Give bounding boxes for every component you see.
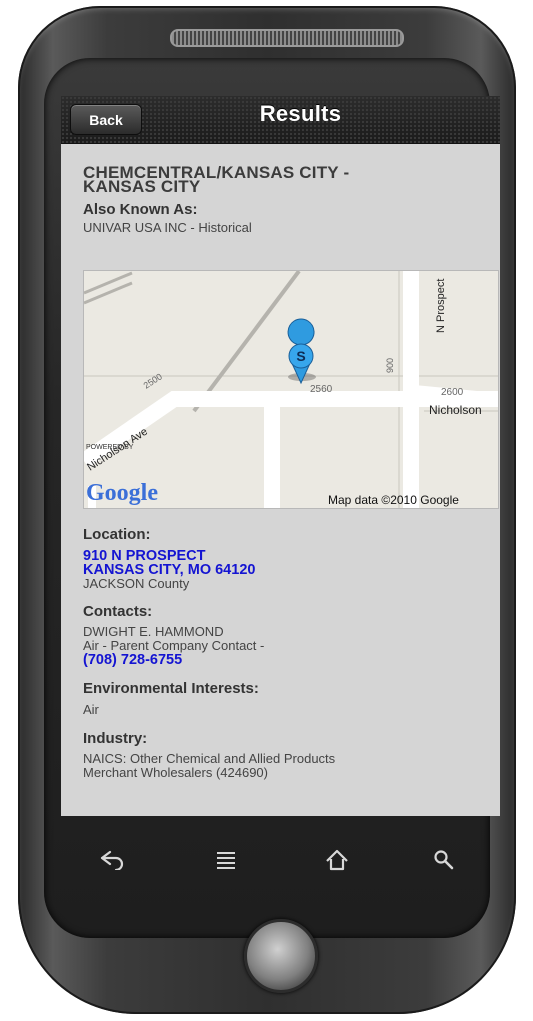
- contact-role: Air - Parent Company Contact -: [83, 638, 265, 653]
- address-line2: KANSAS CITY, MO 64120: [83, 562, 256, 578]
- contact-name: DWIGHT E. HAMMOND: [83, 624, 224, 639]
- menu-icon[interactable]: [196, 840, 256, 880]
- contacts-label: Contacts:: [83, 603, 153, 620]
- aka-label: Also Known As:: [83, 201, 198, 218]
- search-icon[interactable]: [414, 840, 474, 880]
- industry-line2: Merchant Wholesalers (424690): [83, 765, 268, 780]
- android-nav-bar: [61, 822, 500, 902]
- hardware-home-button[interactable]: [244, 919, 318, 993]
- app-screen: Back Results CHEMCENTRAL/KANSAS CITY - K…: [61, 96, 500, 816]
- map-label-2600: 2600: [441, 387, 464, 398]
- back-arrow-icon[interactable]: [81, 840, 141, 880]
- industry-line1: NAICS: Other Chemical and Allied Product…: [83, 751, 336, 766]
- county-text: JACKSON County: [83, 576, 190, 591]
- interests-label: Environmental Interests:: [83, 680, 259, 697]
- facility-name: CHEMCENTRAL/KANSAS CITY - KANSAS CITY: [83, 164, 493, 196]
- map-label-n-prospect: N Prospect: [435, 279, 447, 333]
- address-link[interactable]: 910 N PROSPECT KANSAS CITY, MO 64120: [83, 548, 493, 578]
- address-line1: 910 N PROSPECT: [83, 548, 206, 564]
- page-title: Results: [259, 101, 342, 126]
- facility-name-line2: KANSAS CITY: [83, 177, 201, 196]
- map-label-nicholson: Nicholson: [429, 403, 482, 417]
- google-logo: Google: [86, 480, 158, 506]
- map-marker-letter: S: [296, 348, 305, 364]
- map-graphic: N Prospect Nicholson Nicholson Ave 2500 …: [84, 271, 498, 508]
- aka-value: UNIVAR USA INC - Historical: [83, 220, 252, 235]
- contact-phone-link[interactable]: (708) 728-6755: [83, 653, 493, 668]
- facility-details-lower: Location: 910 N PROSPECT KANSAS CITY, MO…: [83, 526, 493, 780]
- phone-speaker: [170, 29, 404, 47]
- map-attribution: Map data ©2010 Google: [328, 493, 459, 507]
- title-bar: Back Results: [61, 96, 500, 144]
- industry-label: Industry:: [83, 730, 148, 747]
- home-icon[interactable]: [307, 840, 367, 880]
- map-label-2560: 2560: [310, 384, 333, 395]
- location-label: Location:: [83, 526, 151, 543]
- map-label-900: 900: [385, 358, 395, 373]
- interests-value: Air: [83, 702, 99, 717]
- location-map[interactable]: N Prospect Nicholson Nicholson Ave 2500 …: [83, 270, 499, 509]
- facility-details: CHEMCENTRAL/KANSAS CITY - KANSAS CITY Al…: [83, 164, 493, 235]
- map-powered-by: POWERED BY: [86, 444, 134, 451]
